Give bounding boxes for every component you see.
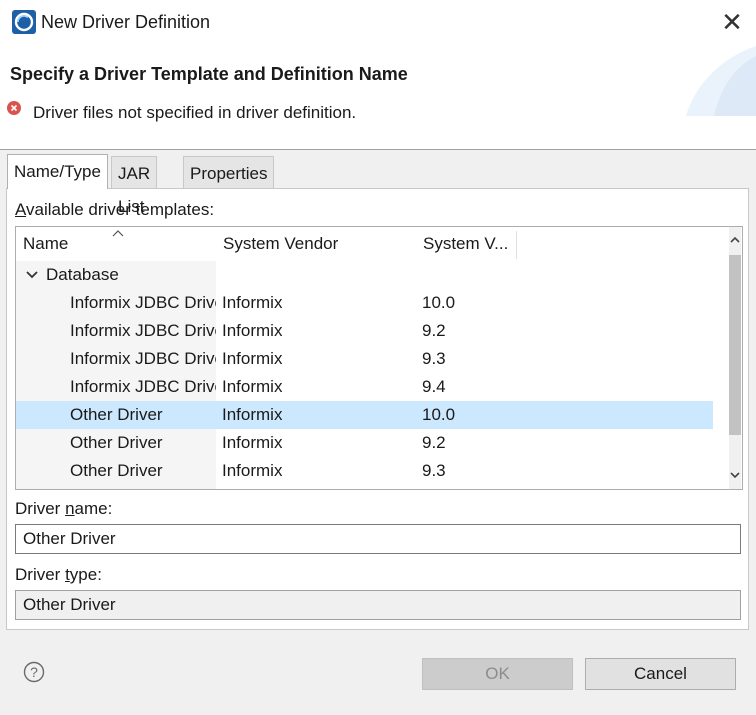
- cell-version: 9.3: [422, 461, 446, 480]
- group-label: Database: [46, 265, 119, 284]
- cell-name: Informix JDBC Driver: [70, 349, 216, 368]
- column-header-system-vendor[interactable]: System Vendor: [216, 227, 416, 261]
- cell-version: 9.2: [422, 321, 446, 340]
- table-row[interactable]: Informix JDBC Driver Informix 10.0: [16, 289, 713, 317]
- templates-label: Available driver templates:: [15, 200, 215, 219]
- cell-version: 9.2: [422, 433, 446, 452]
- cell-name: Informix JDBC Driver: [70, 293, 216, 312]
- cell-vendor: Informix: [222, 461, 283, 480]
- scrollbar-thumb[interactable]: [729, 255, 741, 435]
- app-logo-icon: [12, 10, 36, 34]
- cell-version: 10.0: [422, 405, 456, 424]
- error-message: Driver files not specified in driver def…: [33, 103, 357, 122]
- driver-name-label: Driver name:: [15, 499, 113, 518]
- cancel-button[interactable]: Cancel: [585, 658, 736, 690]
- tab-jar-list[interactable]: JAR List: [111, 156, 158, 216]
- column-separator: [516, 231, 517, 259]
- tree-group-database[interactable]: Database: [16, 261, 713, 289]
- column-header-system-version[interactable]: System V...: [416, 227, 516, 261]
- cell-version: 9.3: [422, 349, 446, 368]
- cell-name: Informix JDBC Driver: [70, 377, 216, 396]
- chevron-down-icon[interactable]: [26, 270, 38, 280]
- close-icon[interactable]: ✕: [718, 6, 746, 38]
- table-row[interactable]: Other Driver Informix 9.2: [16, 429, 713, 457]
- tab-name-type[interactable]: Name/Type: [7, 154, 108, 189]
- driver-type-field: Other Driver: [15, 590, 741, 620]
- cell-vendor: Informix: [222, 433, 283, 452]
- table-row[interactable]: Other Driver Informix 9.3: [16, 457, 713, 485]
- cell-vendor: Informix: [222, 349, 283, 368]
- tab-properties[interactable]: Properties: [183, 156, 275, 188]
- cell-vendor: Informix: [222, 377, 283, 396]
- table-row[interactable]: Informix JDBC Driver Informix 9.3: [16, 345, 713, 373]
- banner-decoration-icon: [686, 46, 756, 116]
- cell-vendor: Informix: [222, 405, 283, 424]
- driver-name-input[interactable]: Other Driver: [15, 524, 741, 554]
- cell-name: Other Driver: [70, 433, 163, 452]
- help-icon[interactable]: ?: [23, 661, 45, 683]
- cell-version: 10.0: [422, 293, 456, 312]
- dialog-header: Specify a Driver Template and Definition…: [0, 46, 756, 150]
- driver-templates-table[interactable]: Name System Vendor System V... Database …: [15, 226, 743, 490]
- scroll-up-icon[interactable]: [730, 236, 740, 244]
- error-icon: [7, 101, 21, 115]
- cell-vendor: Informix: [222, 293, 283, 312]
- cell-name: Informix JDBC Driver: [70, 321, 216, 340]
- vertical-scrollbar[interactable]: [729, 227, 741, 489]
- cell-version: 9.4: [422, 377, 446, 396]
- ok-button[interactable]: OK: [422, 658, 573, 690]
- driver-type-label: Driver type:: [15, 565, 102, 584]
- svg-text:?: ?: [30, 664, 38, 680]
- cell-name: Other Driver: [70, 461, 163, 480]
- table-row-selected[interactable]: Other Driver Informix 10.0: [16, 401, 713, 429]
- window-title: New Driver Definition: [41, 12, 211, 32]
- table-row[interactable]: Informix JDBC Driver Informix 9.2: [16, 317, 713, 345]
- cell-vendor: Informix: [222, 321, 283, 340]
- sort-ascending-icon: [112, 230, 124, 237]
- scroll-down-icon[interactable]: [730, 471, 740, 479]
- page-title: Specify a Driver Template and Definition…: [10, 64, 408, 84]
- title-bar: New Driver Definition ✕: [0, 0, 756, 46]
- cell-name: Other Driver: [70, 405, 163, 424]
- table-row[interactable]: Informix JDBC Driver Informix 9.4: [16, 373, 713, 401]
